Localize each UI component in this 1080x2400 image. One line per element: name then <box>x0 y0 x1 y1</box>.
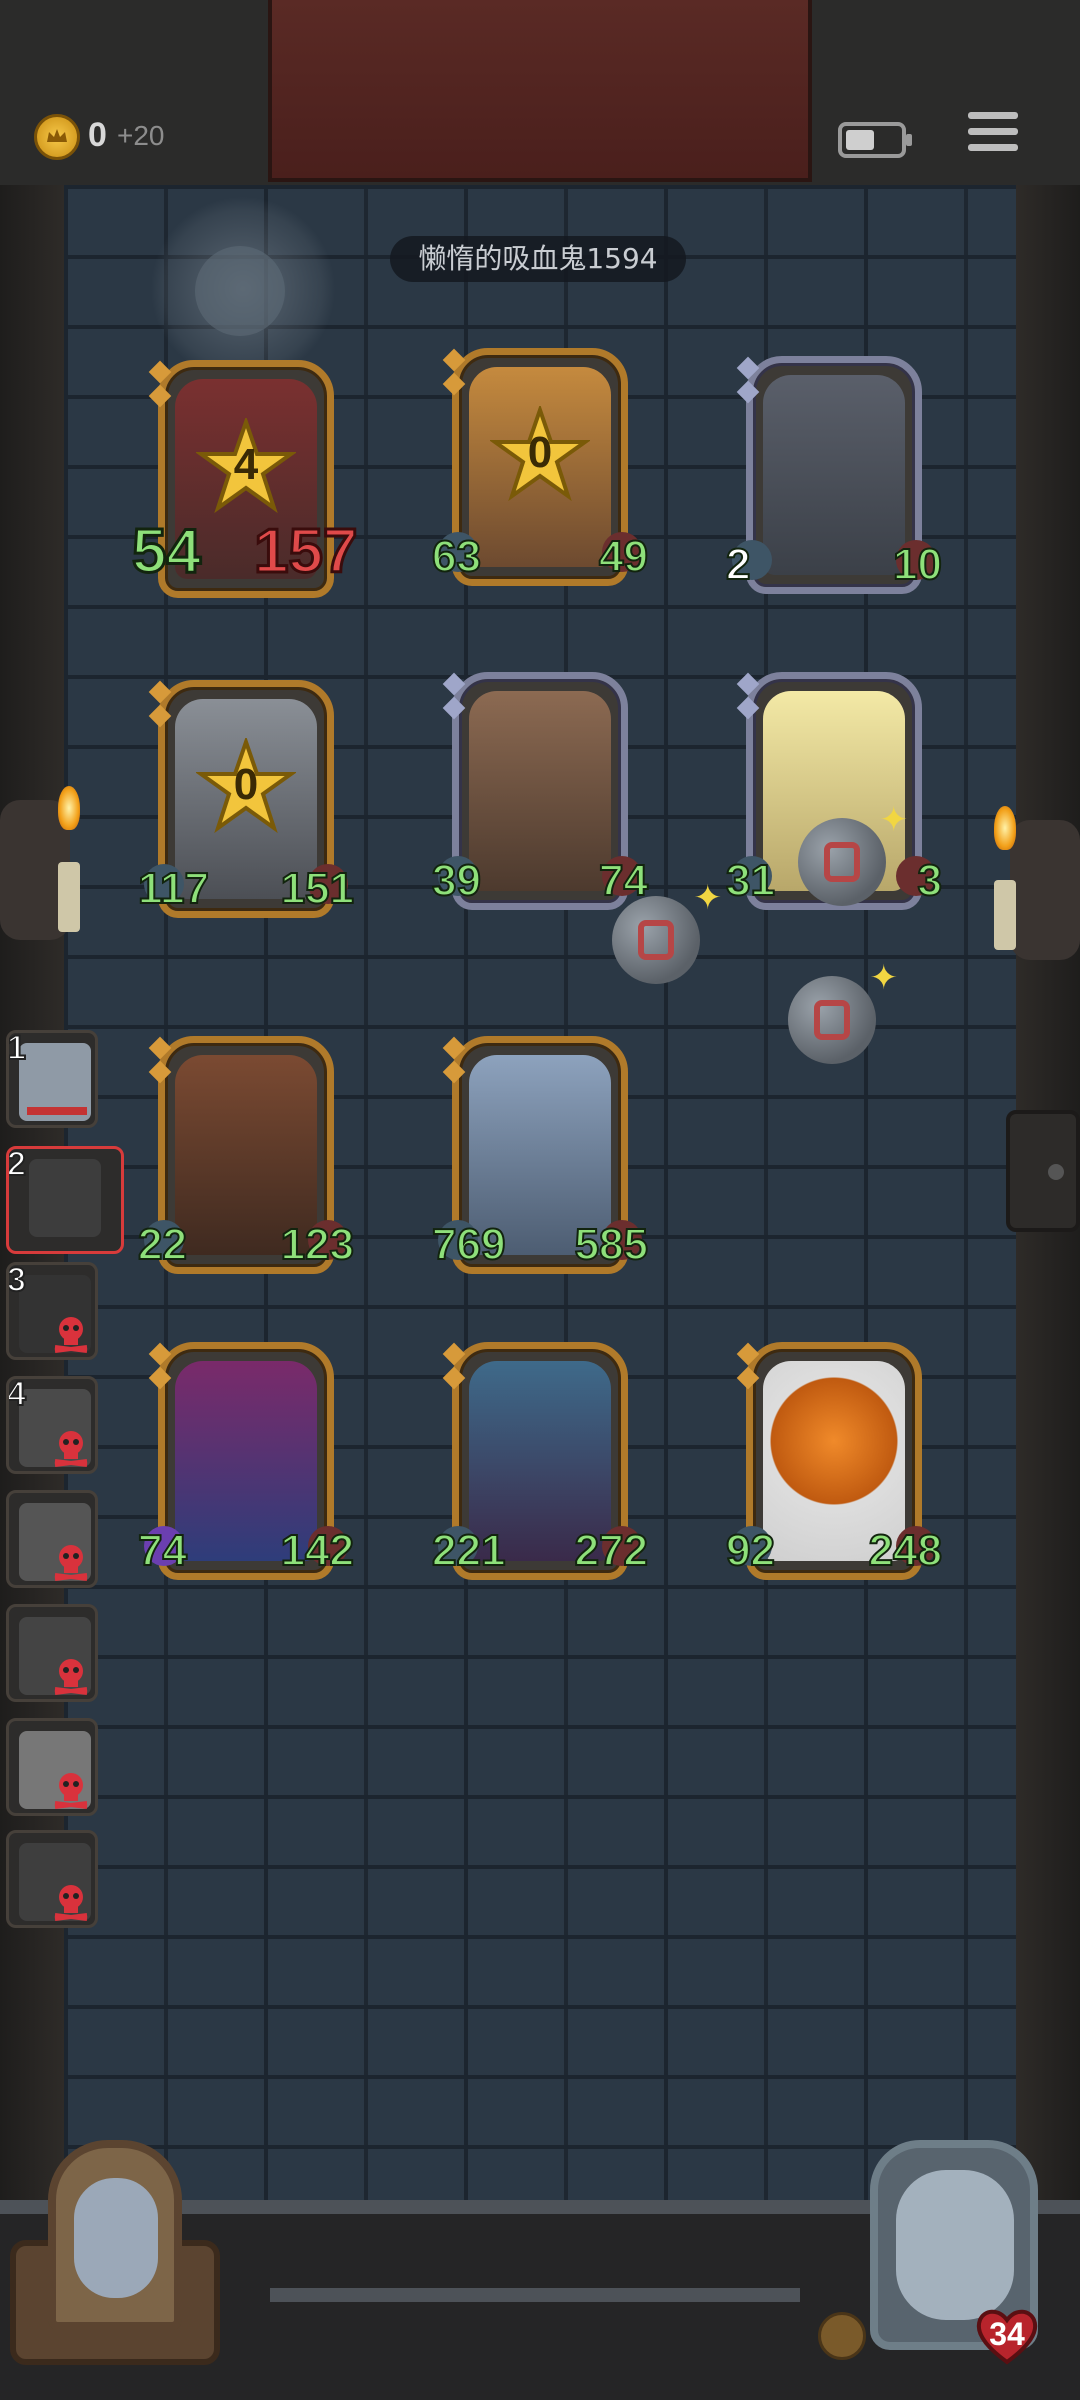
opponent-card-2[interactable]: 0 63 49 <box>431 348 649 586</box>
opponent-hero-orb <box>150 196 336 382</box>
gold-income: +20 <box>117 120 165 151</box>
card-attack: 74 <box>137 1525 188 1576</box>
battery-icon <box>838 122 912 158</box>
roster-player-8[interactable] <box>6 1830 98 1928</box>
card-health: 151 <box>280 863 355 914</box>
hero-health-badge: 34 <box>972 2300 1042 2370</box>
roster-player-2[interactable]: 2 <box>6 1146 124 1254</box>
card-health: 49 <box>598 531 649 582</box>
side-lever[interactable] <box>1006 1110 1080 1232</box>
player-card-3[interactable]: 74 142 <box>137 1342 355 1580</box>
player-card-2[interactable]: 769 585 <box>431 1036 649 1274</box>
card-attack: 22 <box>137 1219 188 1270</box>
right-candle <box>994 880 1016 950</box>
card-health: 272 <box>574 1525 649 1576</box>
top-banner <box>268 0 812 182</box>
menu-icon[interactable] <box>968 112 1018 160</box>
opponent-card-5[interactable]: 39 74 <box>431 672 649 910</box>
right-sconce <box>1010 820 1080 960</box>
right-flame-icon <box>994 806 1016 850</box>
opponent-card-4[interactable]: 0 117 151 <box>137 680 355 918</box>
level-star-icon: 4 <box>194 415 298 518</box>
skull-icon <box>54 1885 88 1921</box>
right-wall <box>1016 185 1080 2400</box>
roster-player-3[interactable]: 3 <box>6 1262 98 1360</box>
skull-icon <box>54 1773 88 1809</box>
level-star-icon: 0 <box>488 403 592 506</box>
player-card-1[interactable]: 22 123 <box>137 1036 355 1274</box>
player-hero-shop[interactable] <box>10 2140 220 2365</box>
left-flame-icon <box>58 786 80 830</box>
bomb-icon: ✦ <box>788 958 898 1064</box>
card-attack: 769 <box>431 1219 506 1270</box>
skull-icon <box>54 1659 88 1695</box>
rail <box>270 2288 800 2302</box>
skull-icon <box>54 1545 88 1581</box>
roster-player-5[interactable] <box>6 1490 98 1588</box>
bell-icon[interactable] <box>818 2312 866 2360</box>
card-attack: 2 <box>725 539 752 590</box>
left-candle <box>58 862 80 932</box>
roster-player-4[interactable]: 4 <box>6 1376 98 1474</box>
card-attack: 63 <box>431 531 482 582</box>
top-bar: 0 +20 <box>0 0 1080 185</box>
card-health: 585 <box>574 1219 649 1270</box>
gold-coin-icon <box>34 114 80 160</box>
card-health: 3 <box>916 855 943 906</box>
bomb-icon: ✦ <box>798 800 908 906</box>
card-attack: 221 <box>431 1525 506 1576</box>
opponent-card-3[interactable]: 2 10 <box>725 356 943 594</box>
player-card-5[interactable]: 92 248 <box>725 1342 943 1580</box>
opponent-card-1-health: 157 <box>252 516 358 588</box>
opponent-name: 懒惰的吸血鬼1594 <box>390 236 686 282</box>
opponent-card-1-attack: 54 <box>131 516 203 588</box>
card-attack: 92 <box>725 1525 776 1576</box>
card-attack: 117 <box>137 863 210 914</box>
card-health: 123 <box>280 1219 355 1270</box>
card-attack: 31 <box>725 855 776 906</box>
roster-player-7[interactable] <box>6 1718 98 1816</box>
skull-icon <box>54 1431 88 1467</box>
game-screen: 0 +20 懒惰的吸血鬼1594 4 54 157 0 63 49 2 10 0… <box>0 0 1080 2400</box>
card-health: 142 <box>280 1525 355 1576</box>
gold-amount: 0 <box>88 116 107 154</box>
card-health: 10 <box>892 539 943 590</box>
roster-player-1[interactable]: 1 <box>6 1030 98 1128</box>
bomb-icon: ✦ <box>612 878 722 984</box>
roster-player-6[interactable] <box>6 1604 98 1702</box>
skull-icon <box>54 1317 88 1353</box>
level-star-icon: 0 <box>194 735 298 838</box>
card-health: 248 <box>868 1525 943 1576</box>
card-attack: 39 <box>431 855 482 906</box>
player-card-4[interactable]: 221 272 <box>431 1342 649 1580</box>
